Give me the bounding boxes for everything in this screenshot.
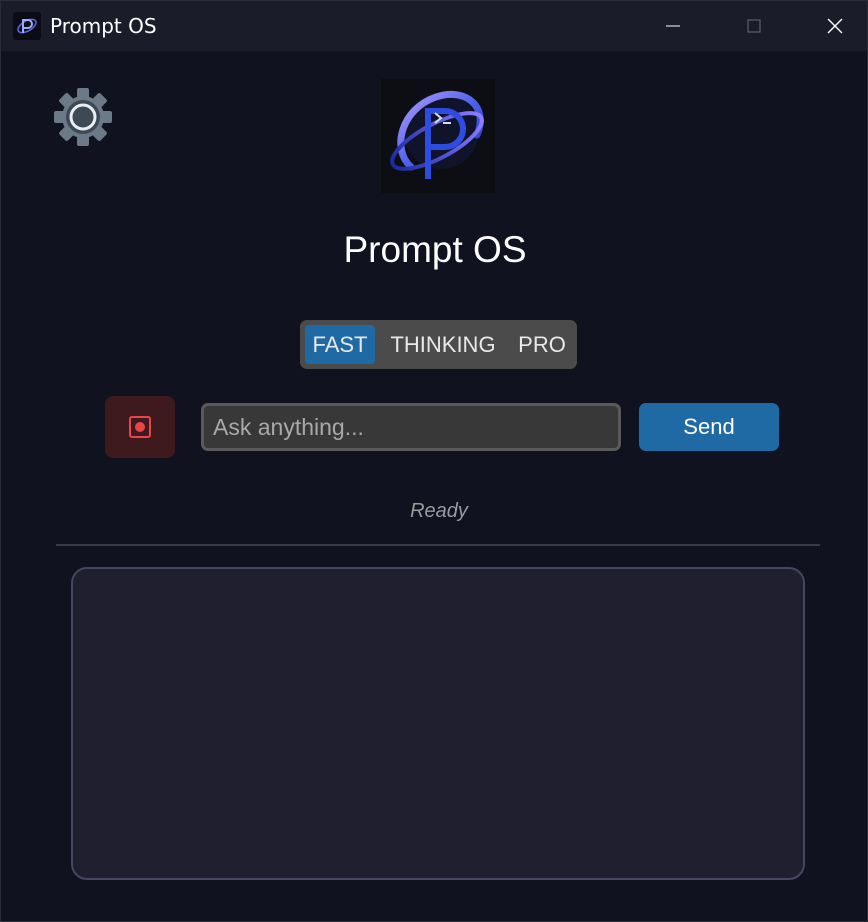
- window-title: Prompt OS: [50, 14, 157, 38]
- divider: [56, 544, 820, 546]
- ask-input[interactable]: [201, 403, 621, 451]
- title-bar[interactable]: Prompt OS: [1, 1, 867, 51]
- record-dot: [135, 422, 145, 432]
- prompt-os-logo: [390, 90, 484, 179]
- mode-selector[interactable]: FAST THINKING PRO: [300, 320, 577, 369]
- mode-thinking[interactable]: THINKING: [382, 325, 504, 364]
- status-text: Ready: [410, 500, 468, 522]
- app-icon: [13, 12, 41, 40]
- response-output[interactable]: [71, 567, 805, 880]
- record-button[interactable]: [105, 396, 175, 458]
- minimize-button[interactable]: [633, 1, 713, 51]
- maximize-button[interactable]: [714, 1, 794, 51]
- minimize-icon: [666, 25, 680, 27]
- app-window: Prompt OS Prompt OS FAST THINKING PRO As…: [0, 0, 868, 922]
- gear-icon: [54, 88, 112, 146]
- close-icon: [827, 18, 843, 34]
- app-heading: Prompt OS: [343, 229, 527, 270]
- maximize-icon: [747, 19, 761, 33]
- mode-pro[interactable]: PRO: [511, 325, 573, 364]
- close-button[interactable]: [795, 1, 868, 51]
- send-button[interactable]: Send: [639, 403, 779, 451]
- settings-button[interactable]: [53, 87, 113, 147]
- mode-fast[interactable]: FAST: [305, 325, 375, 364]
- record-icon: [129, 416, 151, 438]
- app-logo: [381, 79, 495, 193]
